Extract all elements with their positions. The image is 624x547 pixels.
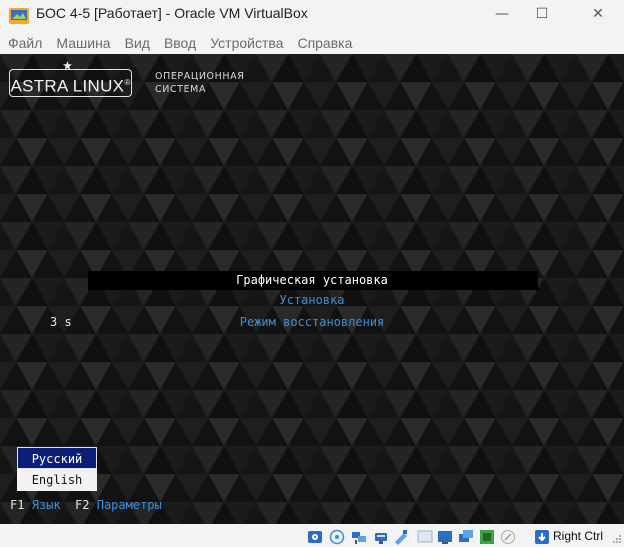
star-icon (63, 61, 72, 70)
window-title: БОС 4-5 [Работает] - Oracle VM VirtualBo… (36, 5, 308, 21)
f2-key: F2 (75, 498, 90, 512)
logo-subtitle: ОПЕРАЦИОННАЯ СИСТЕМА (155, 70, 244, 96)
optical-drive-icon[interactable] (307, 529, 323, 545)
menu-help[interactable]: Справка (297, 35, 352, 51)
keyboard-capture-icon[interactable] (500, 529, 516, 545)
resize-grip-icon[interactable] (612, 533, 622, 545)
menu-devices[interactable]: Устройства (210, 35, 283, 51)
menu-machine[interactable]: Машина (56, 35, 110, 51)
title-bar: БОС 4-5 [Работает] - Oracle VM VirtualBo… (0, 0, 624, 32)
boot-timer: 3 s (50, 315, 72, 329)
status-bar: Right Ctrl (0, 524, 624, 547)
menu-file[interactable]: Файл (8, 35, 42, 51)
network-icon[interactable] (351, 529, 367, 545)
boot-option-recovery[interactable]: Режим восстановления (0, 313, 624, 332)
boot-option-install[interactable]: Установка (0, 291, 624, 310)
language-option-russian[interactable]: Русский (17, 447, 97, 469)
astra-linux-logo: ASTRA LINUX® (9, 69, 132, 97)
cpu-icon[interactable] (479, 529, 495, 545)
shared-folders-icon[interactable] (393, 529, 409, 545)
logo-subtitle-line2: СИСТЕМА (155, 84, 207, 95)
host-key-label: Right Ctrl (553, 529, 604, 543)
menu-bar: Файл Машина Вид Ввод Устройства Справка (0, 32, 624, 54)
vm-display[interactable]: ASTRA LINUX® ОПЕРАЦИОННАЯ СИСТЕМА Графич… (0, 54, 624, 524)
maximize-button[interactable]: ☐ (517, 0, 567, 28)
menu-view[interactable]: Вид (125, 35, 150, 51)
close-button[interactable]: ✕ (573, 0, 623, 28)
f2-parameters-label[interactable]: Параметры (97, 498, 162, 512)
f1-language-label[interactable]: Язык (32, 498, 61, 512)
audio-icon[interactable] (329, 529, 345, 545)
boot-option-graphical-install[interactable]: Графическая установка (0, 271, 624, 290)
function-key-hints: F1 Язык F2 Параметры (10, 497, 162, 513)
arrow-down-icon[interactable] (534, 529, 550, 545)
recording-icon[interactable] (437, 529, 453, 545)
f1-key: F1 (10, 498, 25, 512)
mouse-integration-icon[interactable] (458, 529, 474, 545)
logo-registered-mark: ® (124, 78, 131, 87)
virtualbox-app-icon (8, 6, 30, 26)
language-list: Русский English (17, 447, 97, 491)
logo-subtitle-line1: ОПЕРАЦИОННАЯ (155, 71, 245, 82)
logo-text: ASTRA LINUX (10, 76, 125, 96)
display-icon[interactable] (417, 529, 433, 545)
usb-icon[interactable] (373, 529, 389, 545)
menu-input[interactable]: Ввод (164, 35, 196, 51)
language-option-english[interactable]: English (17, 469, 97, 491)
